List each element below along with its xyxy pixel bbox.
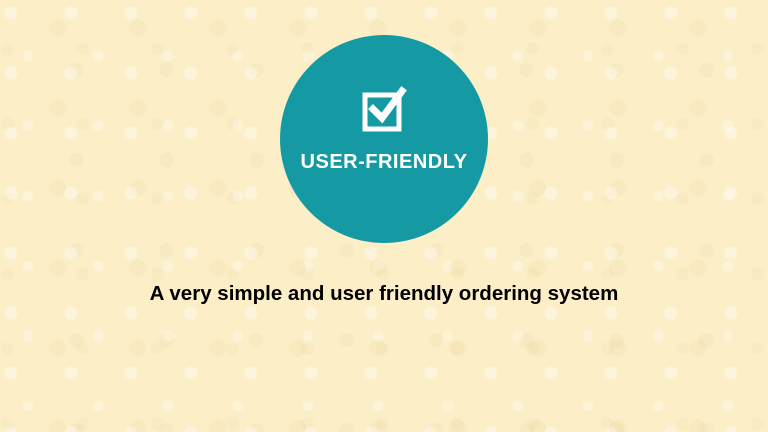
badge-label: USER-FRIENDLY [300, 151, 468, 173]
user-friendly-badge: USER-FRIENDLY [280, 35, 488, 243]
caption-text: A very simple and user friendly ordering… [149, 282, 619, 305]
checkbox-checked-icon [362, 86, 407, 132]
